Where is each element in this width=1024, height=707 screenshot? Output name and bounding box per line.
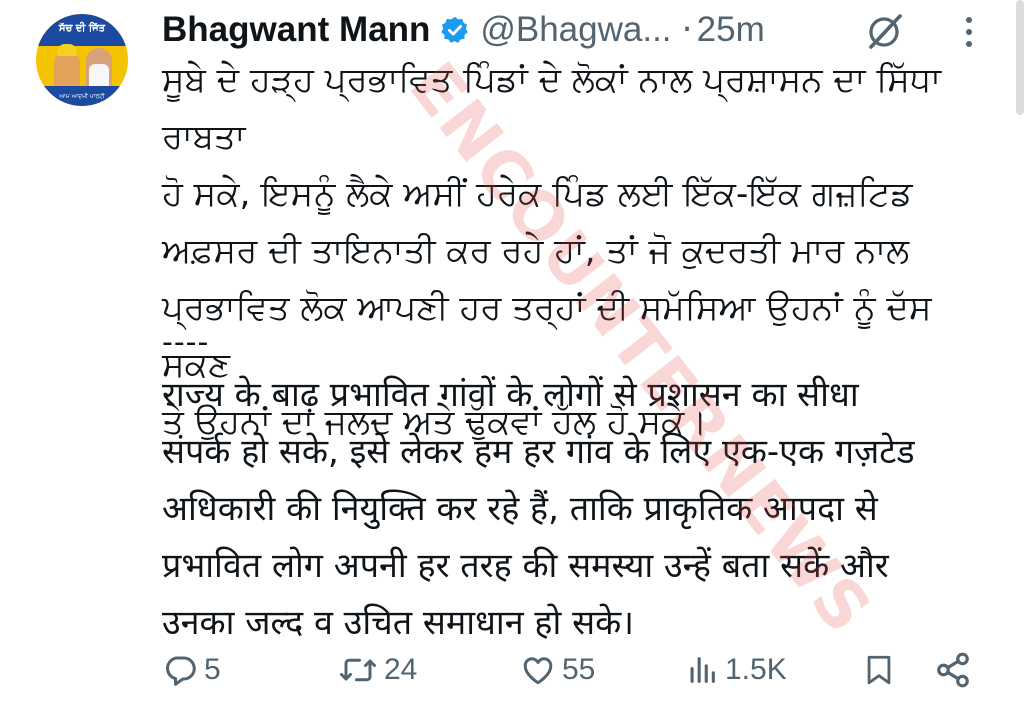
views-count: 1.5K (725, 653, 787, 686)
header-separator: · (681, 10, 693, 50)
tweet-line: ਸੂਬੇ ਦੇ ਹੜ੍ਹ ਪ੍ਰਭਾਵਿਤ ਪਿੰਡਾਂ ਦੇ ਲੋਕਾਂ ਨਾ… (162, 60, 942, 157)
tweet-line: राज्य के बाढ़ प्रभावित गांवों के लोगों स… (162, 375, 859, 415)
more-vertical-icon[interactable] (962, 14, 976, 50)
verified-badge-icon[interactable] (440, 15, 470, 45)
tweet-line: ਹੋ ਸਕੇ, ਇਸਨੂੰ ਲੈਕੇ ਅਸੀਂ ਹਰੇਕ ਪਿੰਡ ਲਈ ਇੱਕ… (162, 174, 913, 214)
bookmark-icon (862, 652, 896, 688)
like-button[interactable]: 55 (520, 640, 595, 700)
tweet-time[interactable]: 25m (697, 10, 765, 50)
tweet-text-hindi: राज्य के बाढ़ प्रभावित गांवों के लोगों स… (162, 367, 992, 652)
like-count: 55 (562, 653, 596, 686)
views-icon (685, 652, 719, 688)
grok-icon[interactable] (865, 11, 905, 51)
repost-button[interactable]: 24 (338, 640, 417, 700)
avatar[interactable]: ਸੱਚ ਦੀ ਜਿੱਤ ਆਮ ਆਦਮੀ ਪਾਰਟੀ (36, 14, 128, 106)
reply-icon (162, 652, 198, 688)
avatar-person-right (86, 48, 112, 90)
share-button[interactable] (934, 640, 972, 700)
reply-button[interactable]: 5 (162, 640, 221, 700)
tweet-line: अधिकारी की नियुक्ति कर रहे हैं, ताकि प्र… (162, 489, 878, 529)
bookmark-button[interactable] (862, 640, 896, 700)
tweet-line: ਅਫ਼ਸਰ ਦੀ ਤਾਇਨਾਤੀ ਕਰ ਰਹੇ ਹਾਂ, ਤਾਂ ਜੋ ਕੁਦਰ… (162, 231, 910, 271)
author-name[interactable]: Bhagwant Mann (162, 10, 430, 50)
tweet-line: प्रभावित लोग अपनी हर तरह की समस्या उन्हे… (162, 546, 889, 586)
avatar-person-left (54, 44, 80, 90)
like-icon (520, 652, 556, 688)
reply-count: 5 (204, 653, 221, 686)
views-button[interactable]: 1.5K (685, 640, 787, 700)
scrollbar[interactable] (1016, 0, 1024, 115)
share-icon (934, 651, 972, 689)
tweet-header: Bhagwant Mann @Bhagwa... · 25m (162, 6, 765, 54)
text-separator: ---- (162, 325, 210, 360)
repost-count: 24 (384, 653, 418, 686)
tweet-line: संपर्क हो सके, इसे लेकर हम हर गांव के लि… (162, 432, 915, 472)
tweet-action-bar: 5 24 55 1.5K (0, 640, 1024, 700)
author-handle[interactable]: @Bhagwa... (480, 10, 671, 50)
repost-icon (338, 652, 378, 688)
avatar-banner-text: ਸੱਚ ਦੀ ਜਿੱਤ (58, 23, 106, 34)
avatar-footer-text: ਆਮ ਆਦਮੀ ਪਾਰਟੀ (59, 93, 105, 100)
